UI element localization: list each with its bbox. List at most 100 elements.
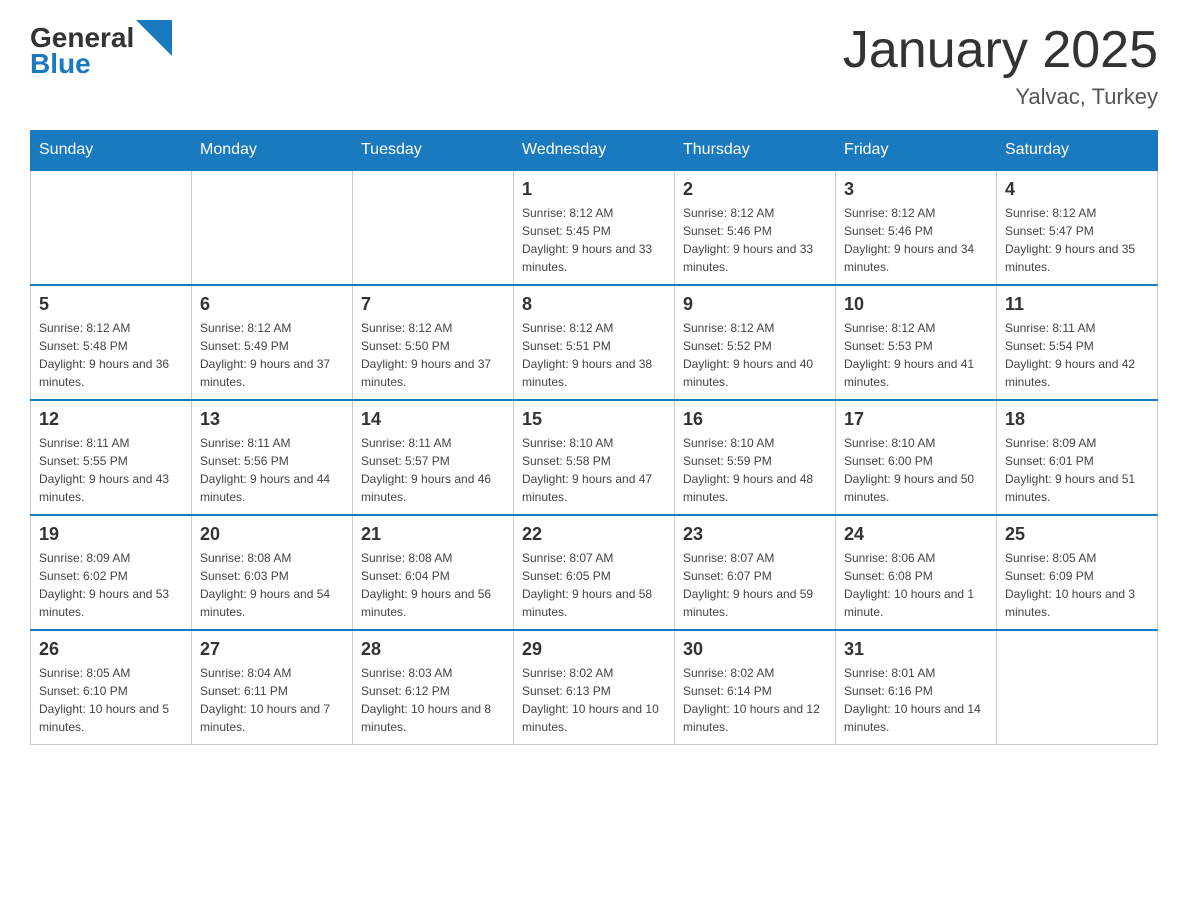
- calendar-cell: 29 Sunrise: 8:02 AMSunset: 6:13 PMDayligh…: [514, 630, 675, 745]
- page-header: General Blue January 2025 Yalvac, Turkey: [30, 20, 1158, 110]
- day-info: Sunrise: 8:08 AMSunset: 6:03 PMDaylight:…: [200, 549, 344, 621]
- calendar-subtitle: Yalvac, Turkey: [843, 84, 1158, 110]
- day-number: 23: [683, 524, 827, 545]
- logo-triangle-icon: [136, 20, 172, 56]
- day-number: 17: [844, 409, 988, 430]
- calendar-cell: 12 Sunrise: 8:11 AMSunset: 5:55 PMDayligh…: [31, 400, 192, 515]
- day-number: 3: [844, 179, 988, 200]
- day-number: 16: [683, 409, 827, 430]
- day-number: 27: [200, 639, 344, 660]
- day-number: 12: [39, 409, 183, 430]
- day-info: Sunrise: 8:03 AMSunset: 6:12 PMDaylight:…: [361, 664, 505, 736]
- day-info: Sunrise: 8:11 AMSunset: 5:56 PMDaylight:…: [200, 434, 344, 506]
- day-number: 19: [39, 524, 183, 545]
- day-number: 9: [683, 294, 827, 315]
- day-number: 5: [39, 294, 183, 315]
- calendar-cell: 4Sunrise: 8:12 AMSunset: 5:47 PMDaylight…: [997, 170, 1158, 285]
- day-info: Sunrise: 8:01 AMSunset: 6:16 PMDaylight:…: [844, 664, 988, 736]
- calendar-cell: 28 Sunrise: 8:03 AMSunset: 6:12 PMDayligh…: [353, 630, 514, 745]
- day-number: 14: [361, 409, 505, 430]
- calendar-cell: 31 Sunrise: 8:01 AMSunset: 6:16 PMDayligh…: [836, 630, 997, 745]
- day-number: 8: [522, 294, 666, 315]
- logo: General Blue: [30, 20, 174, 80]
- day-info: Sunrise: 8:07 AMSunset: 6:07 PMDaylight:…: [683, 549, 827, 621]
- calendar-cell: 8Sunrise: 8:12 AMSunset: 5:51 PMDaylight…: [514, 285, 675, 400]
- calendar-header-row: SundayMondayTuesdayWednesdayThursdayFrid…: [31, 131, 1158, 171]
- calendar-cell: 14 Sunrise: 8:11 AMSunset: 5:57 PMDayligh…: [353, 400, 514, 515]
- day-info: Sunrise: 8:10 AMSunset: 5:59 PMDaylight:…: [683, 434, 827, 506]
- calendar-cell: 24Sunrise: 8:06 AMSunset: 6:08 PMDayligh…: [836, 515, 997, 630]
- calendar-cell: 1 Sunrise: 8:12 AMSunset: 5:45 PMDaylight…: [514, 170, 675, 285]
- day-info: Sunrise: 8:04 AMSunset: 6:11 PMDaylight:…: [200, 664, 344, 736]
- calendar-cell: 5Sunrise: 8:12 AMSunset: 5:48 PMDaylight…: [31, 285, 192, 400]
- day-info: Sunrise: 8:10 AMSunset: 6:00 PMDaylight:…: [844, 434, 988, 506]
- day-number: 15: [522, 409, 666, 430]
- day-info: Sunrise: 8:12 AMSunset: 5:52 PMDaylight:…: [683, 319, 827, 391]
- day-header-saturday: Saturday: [997, 131, 1158, 171]
- calendar-cell: 23 Sunrise: 8:07 AMSunset: 6:07 PMDayligh…: [675, 515, 836, 630]
- calendar-cell: [31, 170, 192, 285]
- day-info: Sunrise: 8:02 AMSunset: 6:14 PMDaylight:…: [683, 664, 827, 736]
- calendar-cell: 10 Sunrise: 8:12 AMSunset: 5:53 PMDayligh…: [836, 285, 997, 400]
- calendar-table: SundayMondayTuesdayWednesdayThursdayFrid…: [30, 130, 1158, 745]
- day-info: Sunrise: 8:12 AMSunset: 5:46 PMDaylight:…: [844, 204, 988, 276]
- day-info: Sunrise: 8:11 AMSunset: 5:54 PMDaylight:…: [1005, 319, 1149, 391]
- calendar-cell: 13 Sunrise: 8:11 AMSunset: 5:56 PMDayligh…: [192, 400, 353, 515]
- day-header-thursday: Thursday: [675, 131, 836, 171]
- day-header-sunday: Sunday: [31, 131, 192, 171]
- day-number: 10: [844, 294, 988, 315]
- calendar-cell: [353, 170, 514, 285]
- day-header-tuesday: Tuesday: [353, 131, 514, 171]
- calendar-cell: 9 Sunrise: 8:12 AMSunset: 5:52 PMDaylight…: [675, 285, 836, 400]
- day-info: Sunrise: 8:11 AMSunset: 5:57 PMDaylight:…: [361, 434, 505, 506]
- calendar-cell: 15 Sunrise: 8:10 AMSunset: 5:58 PMDayligh…: [514, 400, 675, 515]
- day-number: 21: [361, 524, 505, 545]
- day-number: 11: [1005, 294, 1149, 315]
- calendar-cell: 2 Sunrise: 8:12 AMSunset: 5:46 PMDaylight…: [675, 170, 836, 285]
- day-number: 13: [200, 409, 344, 430]
- day-header-friday: Friday: [836, 131, 997, 171]
- calendar-week-3: 12 Sunrise: 8:11 AMSunset: 5:55 PMDayligh…: [31, 400, 1158, 515]
- day-info: Sunrise: 8:02 AMSunset: 6:13 PMDaylight:…: [522, 664, 666, 736]
- day-number: 24: [844, 524, 988, 545]
- calendar-cell: 27 Sunrise: 8:04 AMSunset: 6:11 PMDayligh…: [192, 630, 353, 745]
- calendar-cell: 19 Sunrise: 8:09 AMSunset: 6:02 PMDayligh…: [31, 515, 192, 630]
- day-number: 22: [522, 524, 666, 545]
- calendar-cell: 6Sunrise: 8:12 AMSunset: 5:49 PMDaylight…: [192, 285, 353, 400]
- day-number: 20: [200, 524, 344, 545]
- calendar-week-2: 5Sunrise: 8:12 AMSunset: 5:48 PMDaylight…: [31, 285, 1158, 400]
- calendar-cell: 25Sunrise: 8:05 AMSunset: 6:09 PMDayligh…: [997, 515, 1158, 630]
- day-number: 4: [1005, 179, 1149, 200]
- day-number: 1: [522, 179, 666, 200]
- day-info: Sunrise: 8:12 AMSunset: 5:45 PMDaylight:…: [522, 204, 666, 276]
- calendar-week-5: 26 Sunrise: 8:05 AMSunset: 6:10 PMDayligh…: [31, 630, 1158, 745]
- calendar-cell: 7Sunrise: 8:12 AMSunset: 5:50 PMDaylight…: [353, 285, 514, 400]
- day-info: Sunrise: 8:08 AMSunset: 6:04 PMDaylight:…: [361, 549, 505, 621]
- day-number: 29: [522, 639, 666, 660]
- calendar-cell: 22 Sunrise: 8:07 AMSunset: 6:05 PMDayligh…: [514, 515, 675, 630]
- calendar-week-4: 19 Sunrise: 8:09 AMSunset: 6:02 PMDayligh…: [31, 515, 1158, 630]
- calendar-cell: 17 Sunrise: 8:10 AMSunset: 6:00 PMDayligh…: [836, 400, 997, 515]
- day-info: Sunrise: 8:12 AMSunset: 5:53 PMDaylight:…: [844, 319, 988, 391]
- day-header-monday: Monday: [192, 131, 353, 171]
- calendar-cell: 3 Sunrise: 8:12 AMSunset: 5:46 PMDaylight…: [836, 170, 997, 285]
- day-number: 28: [361, 639, 505, 660]
- calendar-cell: 11 Sunrise: 8:11 AMSunset: 5:54 PMDayligh…: [997, 285, 1158, 400]
- day-number: 18: [1005, 409, 1149, 430]
- day-info: Sunrise: 8:09 AMSunset: 6:02 PMDaylight:…: [39, 549, 183, 621]
- day-number: 31: [844, 639, 988, 660]
- day-number: 2: [683, 179, 827, 200]
- day-info: Sunrise: 8:09 AMSunset: 6:01 PMDaylight:…: [1005, 434, 1149, 506]
- calendar-week-1: 1 Sunrise: 8:12 AMSunset: 5:45 PMDaylight…: [31, 170, 1158, 285]
- day-info: Sunrise: 8:10 AMSunset: 5:58 PMDaylight:…: [522, 434, 666, 506]
- calendar-cell: [997, 630, 1158, 745]
- day-number: 7: [361, 294, 505, 315]
- day-info: Sunrise: 8:07 AMSunset: 6:05 PMDaylight:…: [522, 549, 666, 621]
- day-number: 26: [39, 639, 183, 660]
- day-info: Sunrise: 8:05 AMSunset: 6:10 PMDaylight:…: [39, 664, 183, 736]
- calendar-cell: 21 Sunrise: 8:08 AMSunset: 6:04 PMDayligh…: [353, 515, 514, 630]
- day-info: Sunrise: 8:11 AMSunset: 5:55 PMDaylight:…: [39, 434, 183, 506]
- day-header-wednesday: Wednesday: [514, 131, 675, 171]
- day-info: Sunrise: 8:12 AMSunset: 5:46 PMDaylight:…: [683, 204, 827, 276]
- calendar-cell: 30Sunrise: 8:02 AMSunset: 6:14 PMDayligh…: [675, 630, 836, 745]
